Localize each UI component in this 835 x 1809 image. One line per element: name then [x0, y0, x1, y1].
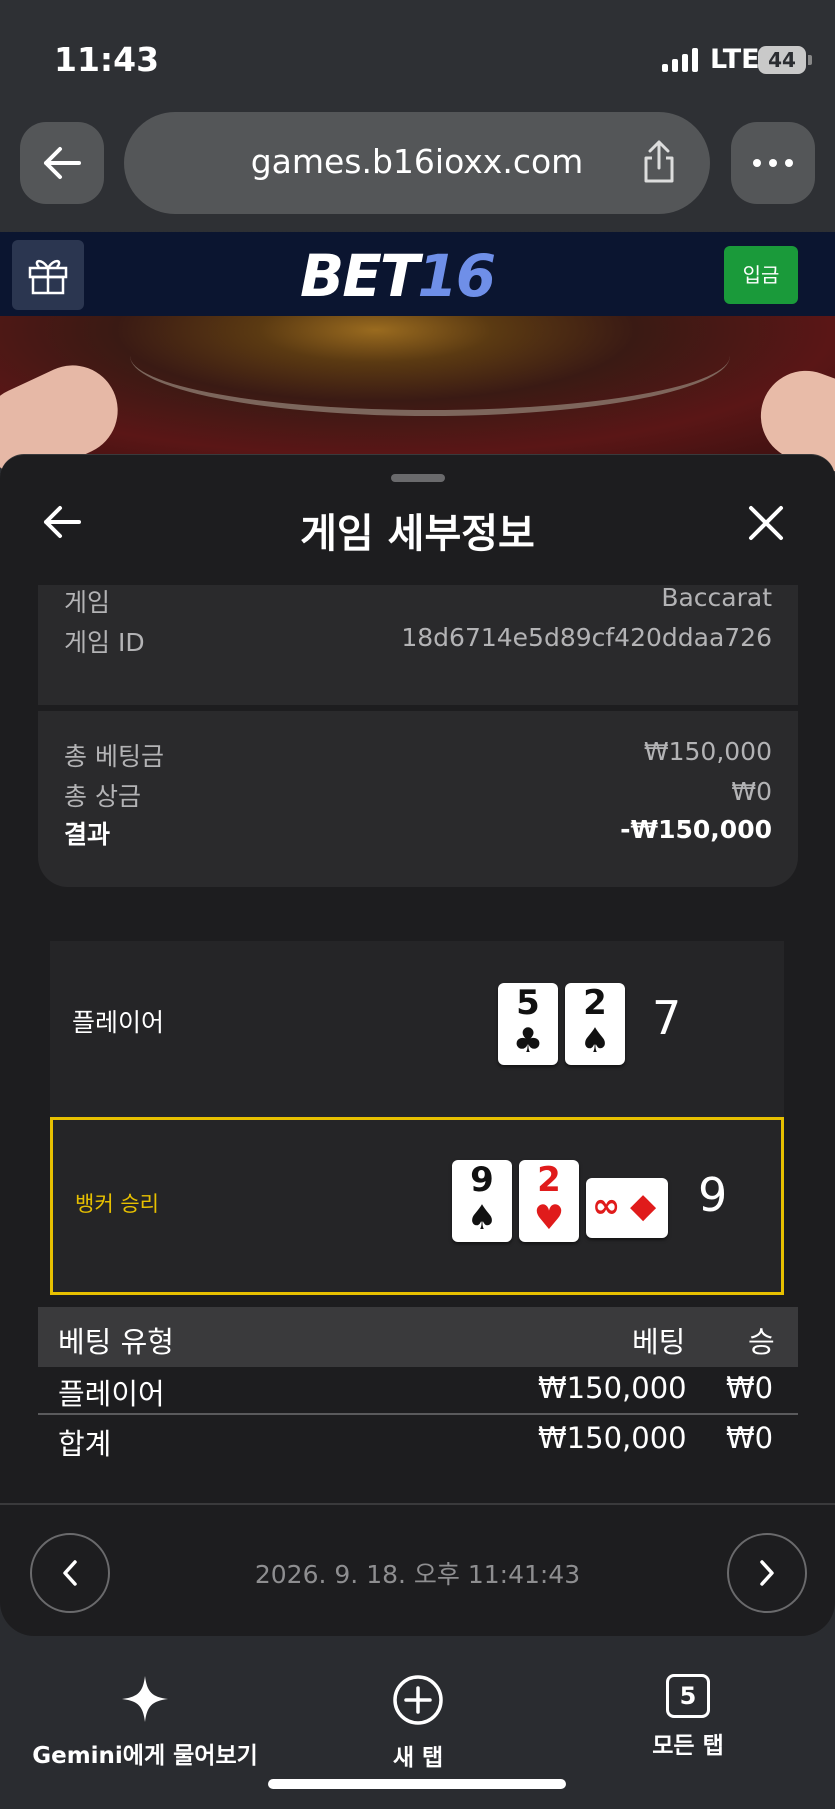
total-bet-row: 총 베팅금 ₩150,000	[64, 737, 772, 771]
result-row: 결과 -₩150,000	[64, 815, 772, 849]
all-tabs-button[interactable]: 5 모든 탭	[638, 1674, 738, 1760]
network-label: LTE	[710, 44, 760, 75]
playing-card: 9 ♠	[452, 1160, 512, 1242]
game-row: 게임 Baccarat	[64, 583, 772, 617]
playing-card: 5 ♣	[498, 983, 558, 1065]
player-score: 7	[652, 991, 682, 1045]
bet16-logo[interactable]: BET16	[300, 242, 496, 310]
url-bar[interactable]: games.b16ioxx.com	[124, 112, 710, 214]
new-tab-button[interactable]: 새 탭	[368, 1674, 468, 1772]
status-bar: 11:43 LTE 44	[0, 0, 835, 112]
gemini-button[interactable]: Gemini에게 물어보기	[30, 1674, 260, 1770]
gift-button[interactable]	[12, 240, 84, 310]
new-tab-label: 새 탭	[392, 1745, 444, 1771]
playing-card: 2 ♠	[565, 983, 625, 1065]
next-round-button[interactable]	[727, 1533, 807, 1613]
url-text: games.b16ioxx.com	[250, 142, 584, 181]
share-icon[interactable]	[642, 140, 676, 184]
game-info-card: 게임 Baccarat 게임 ID 18d6714e5d89cf420ddaa7…	[38, 583, 798, 705]
browser-back-button[interactable]	[20, 122, 104, 204]
sparkle-icon	[122, 1676, 168, 1722]
site-header: BET16 입금	[0, 232, 835, 316]
player-hand-label: 플레이어	[72, 1008, 165, 1037]
chevron-right-icon	[760, 1560, 774, 1586]
status-time: 11:43	[54, 40, 160, 79]
round-timestamp: 2026. 9. 18. 오후 11:41:43	[254, 1560, 581, 1589]
bet-table-header: 베팅 유형 베팅 승	[38, 1307, 798, 1367]
win-header: 승	[748, 1325, 775, 1359]
home-indicator	[268, 1779, 566, 1789]
banker-score: 9	[698, 1168, 728, 1222]
all-tabs-label: 모든 탭	[652, 1733, 724, 1759]
more-options-button[interactable]	[731, 122, 815, 204]
banker-hand: 뱅커 승리 9 ♠ 2 ♥ ∞ ◆ 9	[50, 1117, 784, 1295]
sheet-grabber[interactable]	[391, 474, 445, 482]
divider	[0, 1503, 835, 1505]
total-win-row: 총 상금 ₩0	[64, 777, 772, 811]
table-row-total: 합계 ₩150,000 ₩0	[58, 1421, 774, 1461]
page: 11:43 LTE 44 games.b16ioxx.com BET16 입금 …	[0, 0, 835, 1809]
deposit-button[interactable]: 입금	[724, 246, 798, 304]
player-hand: 플레이어 5 ♣ 2 ♠ 7	[50, 941, 784, 1117]
game-id-row: 게임 ID 18d6714e5d89cf420ddaa726	[64, 623, 772, 657]
bet-summary-card: 총 베팅금 ₩150,000 총 상금 ₩0 결과 -₩150,000	[38, 711, 798, 887]
bet-amount-header: 베팅	[632, 1325, 686, 1359]
signal-icon	[662, 48, 698, 72]
tab-count-icon: 5	[666, 1674, 710, 1718]
battery-icon: 44	[758, 46, 812, 74]
game-details-sheet: 게임 세부정보 게임 Baccarat 게임 ID 18d6714e5d89cf…	[0, 454, 835, 1636]
close-icon	[749, 506, 783, 540]
playing-card-horizontal: ∞ ◆	[586, 1178, 668, 1238]
table-row: 플레이어 ₩150,000 ₩0	[38, 1367, 798, 1415]
sheet-close-button[interactable]	[748, 505, 784, 545]
bet-type-header: 베팅 유형	[58, 1325, 174, 1359]
plus-circle-icon	[393, 1675, 443, 1725]
arrow-left-icon	[44, 147, 81, 179]
gemini-label: Gemini에게 물어보기	[32, 1743, 258, 1769]
more-dots-icon	[753, 159, 793, 167]
gift-icon	[28, 259, 68, 295]
playing-card: 2 ♥	[519, 1160, 579, 1242]
banker-hand-label: 뱅커 승리	[75, 1192, 159, 1216]
sheet-title: 게임 세부정보	[300, 511, 535, 557]
live-video-background	[0, 316, 835, 492]
